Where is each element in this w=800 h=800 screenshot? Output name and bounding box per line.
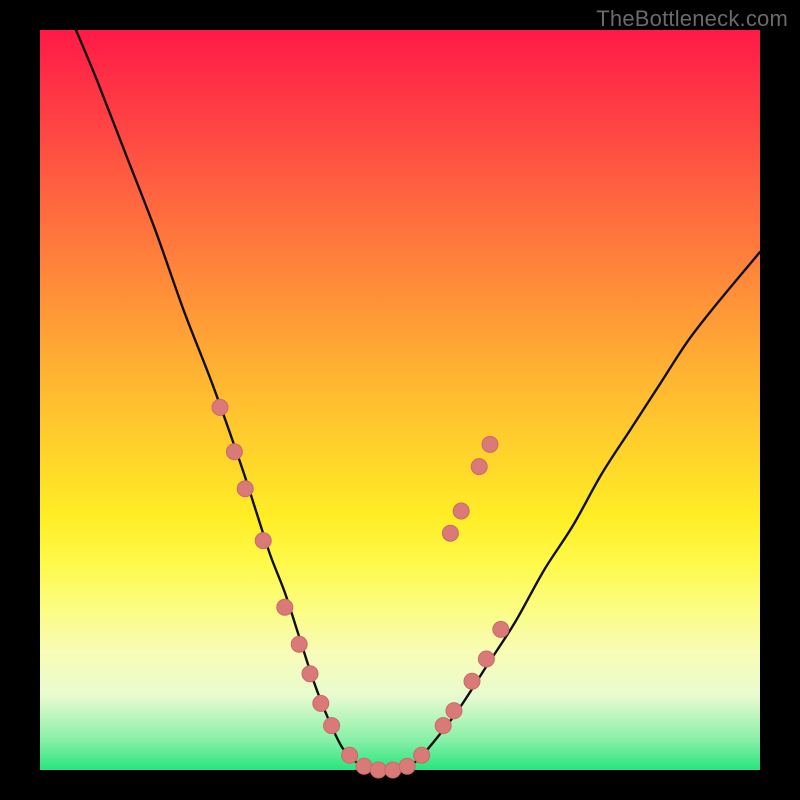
curve-marker (464, 673, 480, 689)
curve-marker (370, 762, 386, 778)
curve-marker (291, 636, 307, 652)
curve-marker (277, 599, 293, 615)
curve-marker (442, 525, 458, 541)
curve-marker (435, 718, 451, 734)
curve-marker (342, 747, 358, 763)
curve-layer (40, 30, 760, 770)
curve-marker (212, 399, 228, 415)
curve-marker (356, 758, 372, 774)
curve-marker (453, 503, 469, 519)
curve-markers (212, 399, 509, 778)
curve-marker (482, 436, 498, 452)
chart-frame: TheBottleneck.com (0, 0, 800, 800)
plot-area (40, 30, 760, 770)
curve-marker (226, 444, 242, 460)
curve-marker (385, 762, 401, 778)
curve-marker (446, 703, 462, 719)
curve-marker (414, 747, 430, 763)
curve-marker (324, 718, 340, 734)
curve-marker (255, 533, 271, 549)
watermark-text: TheBottleneck.com (596, 6, 788, 32)
curve-marker (302, 666, 318, 682)
curve-marker (478, 651, 494, 667)
curve-marker (471, 459, 487, 475)
curve-marker (313, 695, 329, 711)
curve-marker (237, 481, 253, 497)
curve-marker (399, 758, 415, 774)
curve-marker (493, 621, 509, 637)
bottleneck-curve (76, 30, 760, 771)
